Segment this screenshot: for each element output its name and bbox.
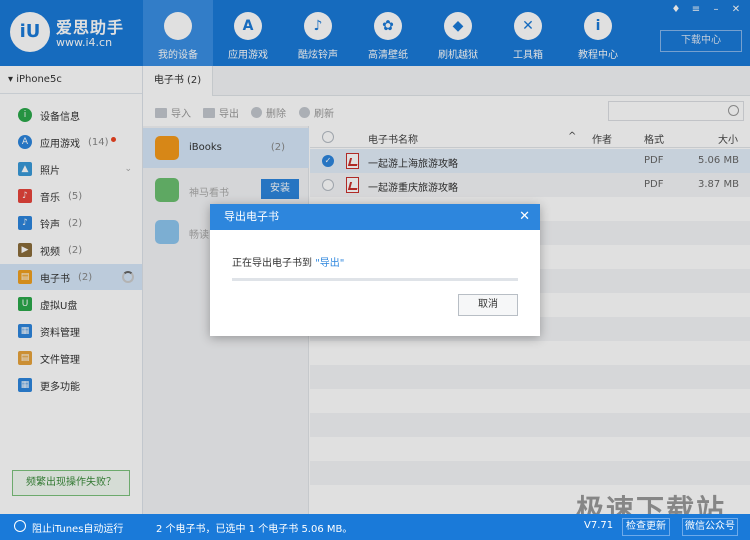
check-update-button[interactable]: 检查更新 — [622, 518, 670, 536]
dialog-message: 正在导出电子书到 "导出" — [232, 258, 345, 269]
wechat-button[interactable]: 微信公众号 — [682, 518, 738, 536]
export-dialog: 导出电子书 ✕ 正在导出电子书到 "导出" 取消 — [210, 204, 540, 336]
close-icon[interactable]: ✕ — [519, 208, 530, 226]
itunes-toggle[interactable] — [14, 520, 26, 532]
target-folder: "导出" — [315, 258, 345, 269]
status-bar: 阻止iTunes自动运行 2 个电子书，已选中 1 个电子书 5.06 MB。 … — [0, 514, 750, 540]
progress-bar — [232, 278, 518, 281]
itunes-label[interactable]: 阻止iTunes自动运行 — [32, 520, 123, 535]
cancel-button[interactable]: 取消 — [458, 294, 518, 316]
version-label: V7.71 — [584, 520, 614, 531]
status-text: 2 个电子书，已选中 1 个电子书 5.06 MB。 — [156, 524, 353, 535]
dialog-title: 导出电子书 — [210, 204, 540, 230]
